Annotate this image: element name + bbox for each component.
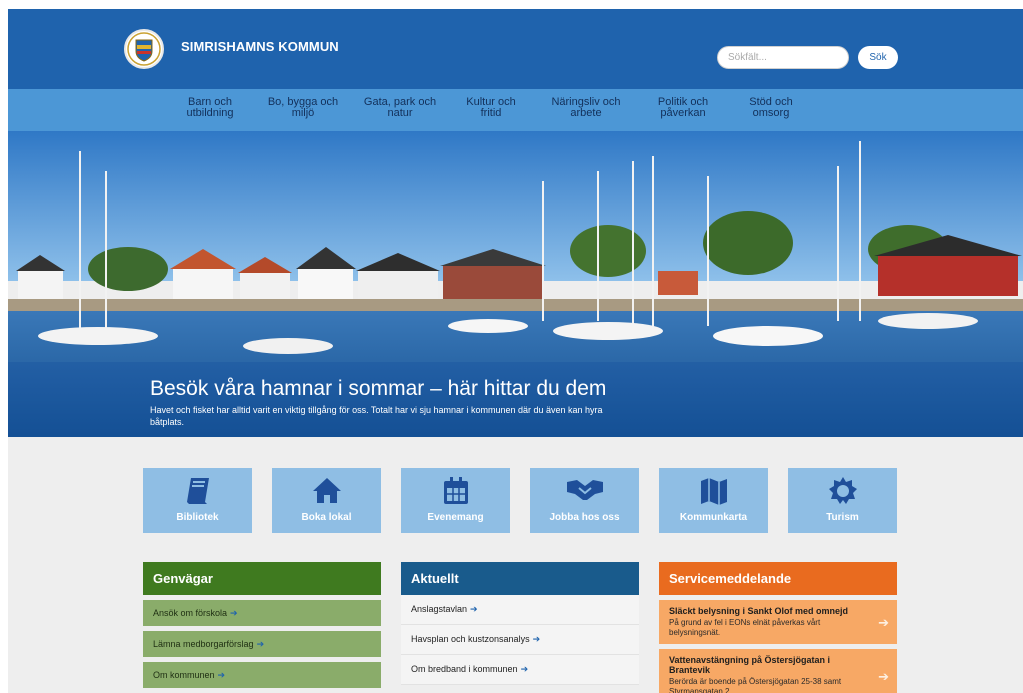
service-message-text: Berörda är boende på Östersjögatan 25-38… (669, 677, 842, 693)
nav-item-kultur-och-fritid[interactable]: Kultur och fritid (443, 97, 539, 127)
service-message[interactable]: Vattenavstängning på Östersjögatan i Bra… (659, 649, 897, 693)
book-icon (143, 476, 252, 508)
quick-link-label: Turism (826, 512, 859, 523)
nav-item-label: Stöd och omsorg (749, 96, 793, 119)
arrow-right-icon: ➔ (230, 608, 238, 618)
news-link[interactable]: Havsplan och kustzonsanalys ➔ (401, 625, 639, 655)
municipal-crest-logo[interactable] (124, 29, 164, 69)
quick-link-kommunkarta[interactable]: Kommunkarta (659, 468, 768, 533)
home-icon (272, 476, 381, 508)
page: SIMRISHAMNS KOMMUN Sök Barn och utbildni… (8, 9, 1023, 693)
arrow-right-icon: ➔ (532, 634, 541, 644)
quick-link-label: Bibliotek (176, 512, 219, 523)
hero-banner[interactable]: Besök våra hamnar i sommar – här hittar … (8, 131, 1023, 437)
news-label: Anslagstavlan (411, 604, 468, 614)
service-message-title: Vattenavstängning på Östersjögatan i Bra… (669, 655, 831, 675)
aktuellt-panel: Aktuellt Anslagstavlan ➔ Havsplan och kus… (401, 562, 639, 685)
nav-item-label: Politik och påverkan (657, 96, 709, 119)
sun-icon (788, 476, 897, 508)
quick-link-boka-lokal[interactable]: Boka lokal (272, 468, 381, 533)
shortcut-label: Om kommunen (153, 670, 215, 680)
nav-item-politik-och-paverkan[interactable]: Politik och påverkan (635, 97, 731, 127)
shortcut-link[interactable]: Om kommunen ➔ (143, 662, 381, 688)
quick-link-label: Boka lokal (301, 512, 352, 523)
main-nav: Barn och utbildning Bo, bygga och miljö … (8, 89, 1023, 131)
nav-item-label: Kultur och fritid (466, 96, 516, 119)
quick-link-label: Jobba hos oss (549, 512, 620, 523)
shortcut-link[interactable]: Lämna medborgarförslag ➔ (143, 631, 381, 657)
nav-item-gata-park-och-natur[interactable]: Gata, park och natur (352, 97, 448, 127)
search-input[interactable] (717, 46, 849, 69)
genvagar-panel: Genvägar Ansök om förskola ➔ Lämna medbor… (143, 562, 381, 693)
arrow-right-icon: ➔ (520, 664, 529, 674)
site-name[interactable]: SIMRISHAMNS KOMMUN (181, 39, 339, 54)
shortcut-label: Lämna medborgarförslag (153, 639, 254, 649)
nav-item-label: Barn och utbildning (186, 96, 234, 119)
nav-item-naringsliv-och-arbete[interactable]: Näringsliv och arbete (538, 97, 634, 127)
news-label: Havsplan och kustzonsanalys (411, 634, 530, 644)
arrow-right-icon: ➔ (878, 669, 889, 684)
nav-item-label: Bo, bygga och miljö (267, 96, 339, 119)
quick-link-turism[interactable]: Turism (788, 468, 897, 533)
nav-item-label: Gata, park och natur (363, 96, 437, 119)
quick-link-evenemang[interactable]: Evenemang (401, 468, 510, 533)
news-link[interactable]: Om bredband i kommunen ➔ (401, 655, 639, 685)
service-title: Servicemeddelande (659, 562, 897, 595)
quick-link-bibliotek[interactable]: Bibliotek (143, 468, 252, 533)
hero-title[interactable]: Besök våra hamnar i sommar – här hittar … (150, 377, 606, 401)
news-link[interactable]: Anslagstavlan ➔ (401, 595, 639, 625)
handshake-icon (530, 476, 639, 508)
quick-link-jobba-hos-oss[interactable]: Jobba hos oss (530, 468, 639, 533)
service-message-title: Släckt belysning i Sankt Olof med omnejd (669, 606, 849, 616)
aktuellt-title: Aktuellt (401, 562, 639, 595)
calendar-icon (401, 476, 510, 508)
quick-link-label: Kommunkarta (679, 512, 748, 523)
nav-item-stod-och-omsorg[interactable]: Stöd och omsorg (723, 97, 819, 127)
nav-item-bo-bygga-och-miljo[interactable]: Bo, bygga och miljö (255, 97, 351, 127)
arrow-right-icon: ➔ (256, 639, 265, 649)
service-message-text: På grund av fel i EONs elnät påverkas vå… (669, 618, 821, 637)
arrow-right-icon: ➔ (470, 604, 478, 614)
arrow-right-icon: ➔ (217, 670, 226, 680)
servicemeddelande-panel: Servicemeddelande Släckt belysning i San… (659, 562, 897, 693)
search-button[interactable]: Sök (858, 46, 898, 69)
genvagar-title: Genvägar (143, 562, 381, 595)
service-message[interactable]: Släckt belysning i Sankt Olof med omnejd… (659, 600, 897, 644)
quick-link-label: Evenemang (427, 512, 484, 523)
site-header: SIMRISHAMNS KOMMUN Sök (8, 9, 1023, 89)
map-icon (659, 476, 768, 508)
news-label: Om bredband i kommunen (411, 664, 518, 674)
shortcut-link[interactable]: Ansök om förskola ➔ (143, 600, 381, 626)
nav-item-barn-och-utbildning[interactable]: Barn och utbildning (162, 97, 258, 127)
arrow-right-icon: ➔ (878, 615, 889, 630)
shortcut-label: Ansök om förskola (153, 608, 228, 618)
hero-text: Havet och fisket har alltid varit en vik… (150, 405, 603, 427)
nav-item-label: Näringsliv och arbete (551, 96, 621, 119)
